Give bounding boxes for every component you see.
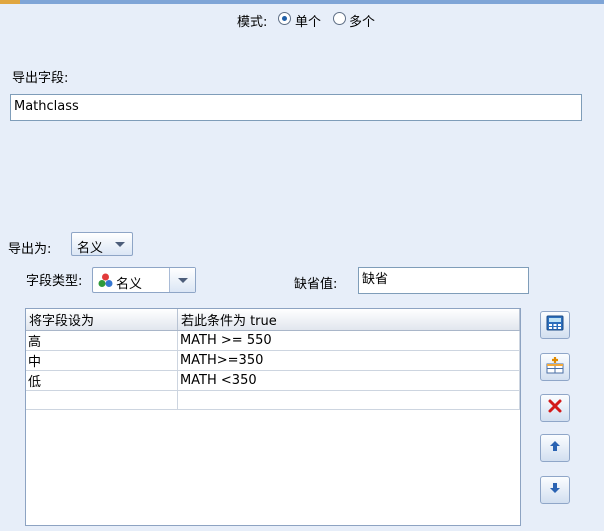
- add-row-icon: [546, 356, 564, 378]
- field-type-dropdown[interactable]: 名义: [92, 267, 196, 293]
- table-cell-condition[interactable]: MATH>=350: [177, 350, 521, 371]
- mode-multiple-label[interactable]: 多个: [349, 11, 375, 30]
- expression-builder-button[interactable]: [540, 311, 570, 339]
- field-type-dropdown-button[interactable]: [169, 268, 195, 292]
- table-cell-condition[interactable]: [177, 390, 521, 410]
- table-row[interactable]: 高 MATH >= 550: [26, 330, 521, 351]
- table-cell-value[interactable]: 低: [26, 370, 178, 391]
- mode-row: 模式: 单个 多个: [0, 10, 604, 30]
- chevron-down-icon: [115, 242, 125, 247]
- column-header-set-field-to[interactable]: 将字段设为: [26, 309, 178, 331]
- add-row-button[interactable]: [540, 353, 570, 381]
- derive-as-dropdown[interactable]: 名义: [71, 232, 133, 256]
- field-type-label: 字段类型:: [26, 274, 83, 289]
- derive-as-label: 导出为:: [8, 242, 52, 257]
- derive-field-label: 导出字段:: [12, 71, 69, 86]
- title-tab: [0, 0, 20, 4]
- move-up-icon: [548, 439, 562, 457]
- table-cell-condition[interactable]: MATH >= 550: [177, 330, 521, 351]
- move-down-button[interactable]: [540, 476, 570, 504]
- mode-single-radio[interactable]: [278, 12, 291, 25]
- title-strip: [0, 0, 604, 4]
- conditions-table[interactable]: 将字段设为 若此条件为 true 高 MATH >= 550 中 MATH>=3…: [25, 308, 521, 526]
- chevron-down-icon: [178, 278, 188, 283]
- mode-multiple-radio[interactable]: [333, 12, 346, 25]
- table-cell-value[interactable]: [26, 390, 178, 410]
- table-cell-value[interactable]: 中: [26, 350, 178, 371]
- default-value-input[interactable]: 缺省: [358, 267, 529, 294]
- default-value-label: 缺省值:: [294, 277, 338, 292]
- expression-builder-icon: [546, 315, 564, 335]
- column-header-condition[interactable]: 若此条件为 true: [177, 309, 521, 331]
- mode-label: 模式:: [237, 15, 268, 30]
- table-row[interactable]: 中 MATH>=350: [26, 350, 521, 371]
- derive-field-input[interactable]: Mathclass: [10, 94, 582, 121]
- table-cell-value[interactable]: 高: [26, 330, 178, 351]
- derive-as-value: 名义: [77, 241, 104, 256]
- mode-single-label[interactable]: 单个: [295, 11, 321, 30]
- table-row[interactable]: 低 MATH <350: [26, 370, 521, 391]
- delete-row-button[interactable]: [540, 394, 570, 422]
- table-cell-condition[interactable]: MATH <350: [177, 370, 521, 391]
- field-type-value: 名义: [116, 277, 143, 292]
- table-header-row: 将字段设为 若此条件为 true: [26, 309, 521, 331]
- delete-icon: [547, 398, 563, 418]
- move-down-icon: [548, 481, 562, 499]
- nominal-type-icon: [98, 273, 113, 288]
- move-up-button[interactable]: [540, 434, 570, 462]
- table-row[interactable]: [26, 390, 521, 410]
